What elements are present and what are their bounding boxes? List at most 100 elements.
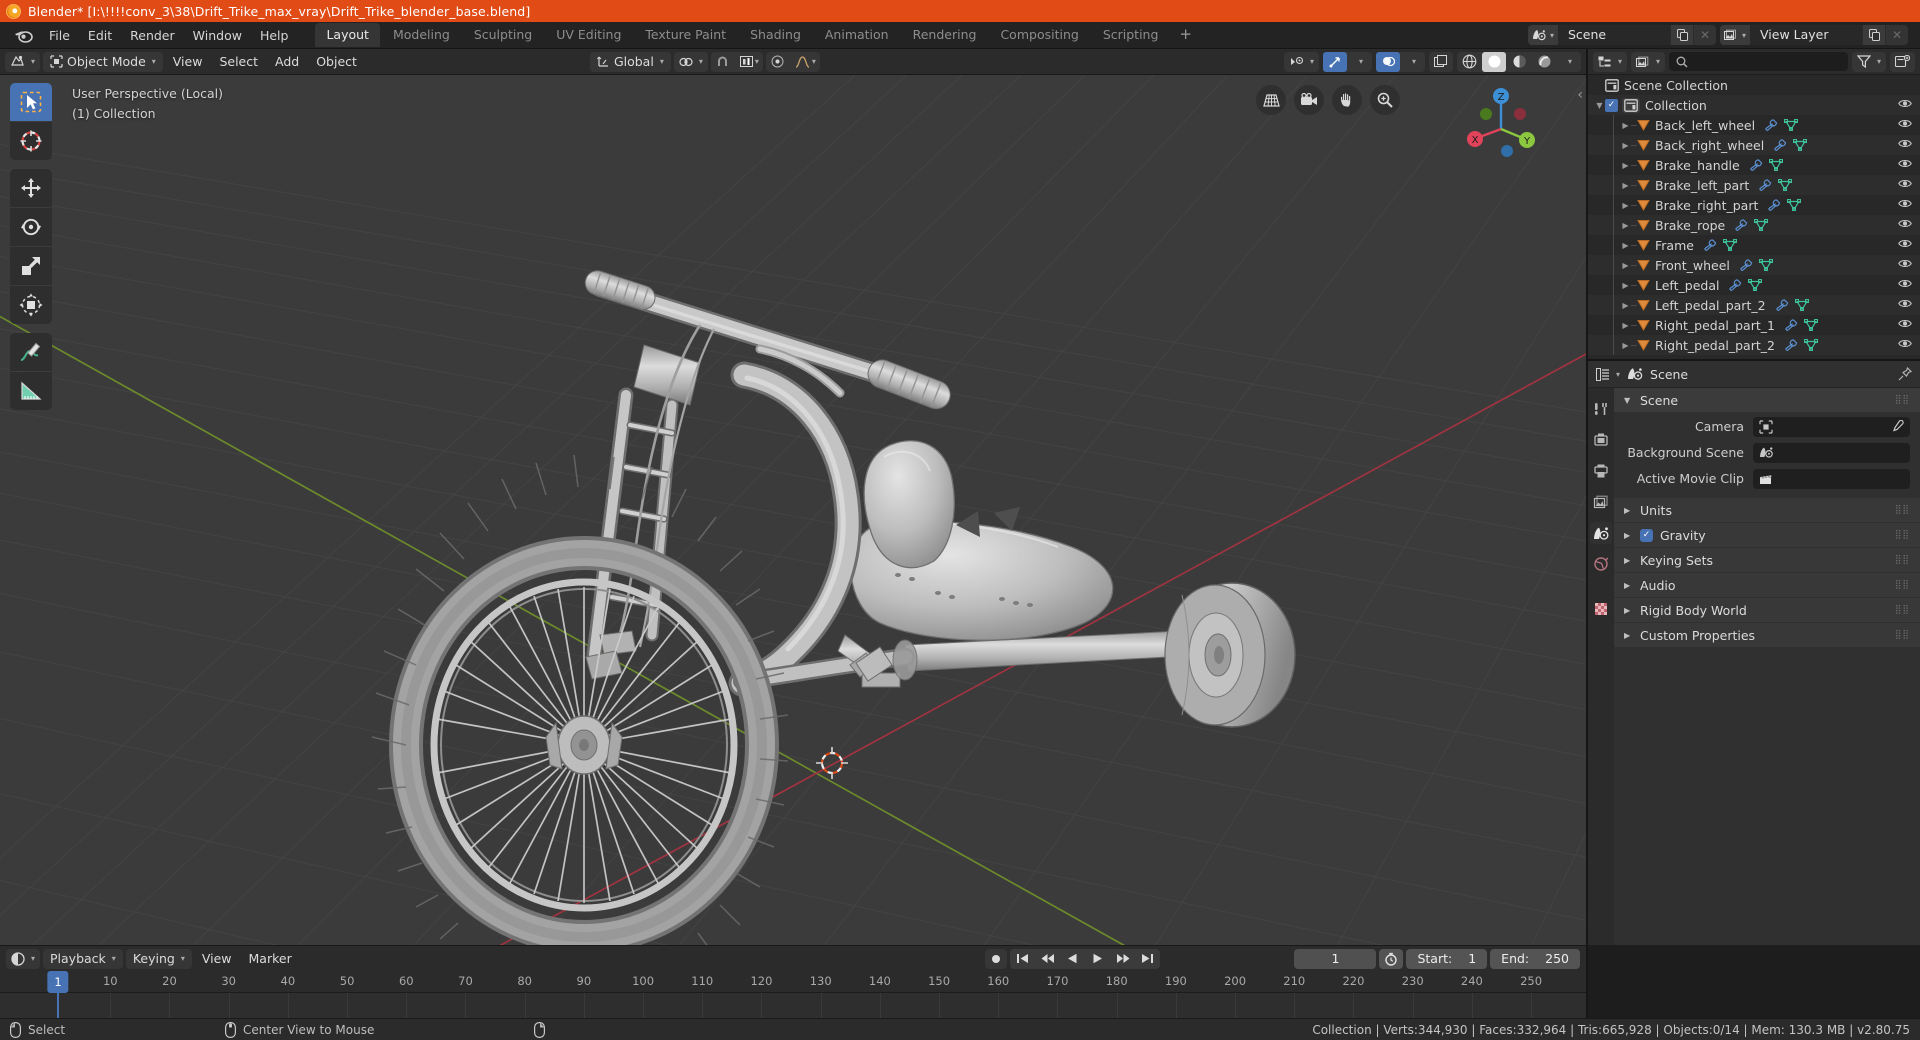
viewport-axis-gizmo[interactable]: Z X Y (1458, 83, 1544, 169)
wrench-icon[interactable] (1784, 339, 1798, 351)
mesh-data-icon[interactable] (1793, 139, 1808, 151)
menu-help[interactable]: Help (251, 25, 298, 46)
editor-separator-horizontal[interactable] (1588, 359, 1920, 361)
overlays-dropdown[interactable]: ▾ (1401, 52, 1425, 72)
visibility-toggle[interactable] (1898, 118, 1912, 129)
viewport-menu-select[interactable]: Select (212, 52, 265, 72)
outliner-row-object[interactable]: ▶ Brake_right_part (1588, 195, 1920, 215)
next-keyframe-icon[interactable] (1110, 949, 1135, 969)
mesh-data-icon[interactable] (1754, 219, 1769, 231)
x-icon[interactable]: ✕ (1693, 25, 1716, 45)
snap-magnet-icon[interactable] (711, 52, 735, 72)
move-tool[interactable] (10, 169, 52, 207)
mesh-data-icon[interactable] (1778, 179, 1793, 191)
chevron-right-icon[interactable]: ▶ (1620, 221, 1631, 230)
tab-scripting[interactable]: Scripting (1092, 23, 1170, 47)
rendered-icon[interactable] (1532, 52, 1556, 72)
visibility-toggle[interactable] (1898, 278, 1912, 289)
wrench-icon[interactable] (1703, 239, 1717, 251)
panel-scene[interactable]: ▼ Scene ⣿⣿ (1614, 388, 1920, 412)
view-layer-datablock[interactable]: ▾ View Layer ✕ (1720, 25, 1908, 45)
copy-icon[interactable] (1670, 25, 1693, 45)
timeline-menu-view[interactable]: View (195, 949, 239, 969)
outliner-row-object[interactable]: ▶ Brake_handle (1588, 155, 1920, 175)
chevron-down-icon[interactable]: ▼ (1594, 101, 1605, 110)
panel-audio[interactable]: ▶ Audio ⣿⣿ (1614, 573, 1920, 597)
gizmo-icon[interactable] (1323, 51, 1347, 72)
eye-icon[interactable] (1898, 318, 1912, 329)
panel-gravity[interactable]: ▶ ✓ Gravity ⣿⣿ (1614, 523, 1920, 547)
camera-view-icon[interactable] (1294, 85, 1324, 115)
scale-tool[interactable] (10, 247, 52, 285)
grid-toggle-icon[interactable] (1256, 85, 1286, 115)
tab-compositing[interactable]: Compositing (989, 23, 1089, 47)
wrench-icon[interactable] (1739, 259, 1753, 271)
menu-file[interactable]: File (40, 25, 79, 46)
camera-field[interactable] (1753, 416, 1910, 437)
panel-units[interactable]: ▶ Units ⣿⣿ (1614, 498, 1920, 522)
outliner-row-object[interactable]: ▶ Frame (1588, 235, 1920, 255)
wrench-icon[interactable] (1767, 199, 1781, 211)
funnel-filter-icon[interactable]: ▾ (1851, 51, 1886, 72)
outliner-row-collection[interactable]: ▼ ✓ Collection (1588, 95, 1920, 115)
view-layer-icon[interactable]: ▾ (1720, 25, 1750, 45)
eye-icon[interactable] (1898, 98, 1912, 109)
menu-edit[interactable]: Edit (79, 25, 121, 46)
chevron-right-icon[interactable]: ▶ (1620, 281, 1631, 290)
measure-tool[interactable] (10, 372, 52, 410)
wrench-icon[interactable] (1764, 119, 1778, 131)
wrench-icon[interactable] (1734, 219, 1748, 231)
xray-toggle-icon[interactable] (1429, 51, 1453, 72)
editor-type-3dview-icon[interactable]: ▾ (5, 51, 41, 72)
eye-icon[interactable] (1898, 178, 1912, 189)
timeline-track-area[interactable] (0, 993, 1586, 1018)
jump-end-icon[interactable] (1135, 949, 1160, 969)
mesh-data-icon[interactable] (1794, 299, 1809, 311)
outliner-display-mode-icon[interactable]: ▾ (1593, 51, 1628, 72)
outliner-row-object[interactable]: ▶ Left_pedal (1588, 275, 1920, 295)
eye-icon[interactable] (1898, 118, 1912, 129)
transform-tool[interactable] (10, 286, 52, 324)
chevron-right-icon[interactable]: ▶ (1620, 161, 1631, 170)
mesh-data-icon[interactable] (1722, 239, 1737, 251)
annotate-tool[interactable] (10, 333, 52, 371)
eye-icon[interactable] (1898, 198, 1912, 209)
show-gizmo-icon[interactable]: ▾ (1283, 51, 1319, 72)
jump-start-icon[interactable] (1010, 949, 1035, 969)
frame-start-field[interactable]: Start: 1 (1406, 948, 1488, 969)
snap-target-selector[interactable]: ▾ (736, 52, 763, 72)
visibility-toggle[interactable] (1898, 158, 1912, 169)
mesh-data-icon[interactable] (1748, 279, 1763, 291)
viewport-menu-view[interactable]: View (166, 52, 210, 72)
pin-icon[interactable] (1898, 367, 1912, 381)
chevron-right-icon[interactable]: ▶ (1620, 121, 1631, 130)
editor-separator-vertical[interactable] (1586, 49, 1588, 1018)
tab-animation[interactable]: Animation (814, 23, 900, 47)
view-layer-tab-icon[interactable] (1590, 491, 1612, 513)
wrench-icon[interactable] (1728, 279, 1742, 291)
tab-sculpting[interactable]: Sculpting (463, 23, 543, 47)
outliner-row-object[interactable]: ▶ Brake_rope (1588, 215, 1920, 235)
outliner-row-object[interactable]: ▶ Right_pedal_part_2 (1588, 335, 1920, 355)
tab-uv-editing[interactable]: UV Editing (545, 23, 632, 47)
object-mode-selector[interactable]: Object Mode ▾ (43, 51, 163, 72)
panel-keying-sets[interactable]: ▶ Keying Sets ⣿⣿ (1614, 548, 1920, 572)
output-tab-icon[interactable] (1590, 460, 1612, 482)
outliner-row-object[interactable]: ▶ Right_pedal_part_1 (1588, 315, 1920, 335)
mesh-data-icon[interactable] (1768, 159, 1783, 171)
eye-icon[interactable] (1898, 218, 1912, 229)
scene-name[interactable]: Scene (1558, 25, 1670, 45)
visibility-toggle[interactable] (1898, 318, 1912, 329)
eye-icon[interactable] (1898, 238, 1912, 249)
tweak-select-box-tool[interactable] (10, 83, 52, 121)
gravity-checkbox[interactable]: ✓ (1640, 528, 1653, 542)
viewport-menu-add[interactable]: Add (268, 52, 306, 72)
scene-tab-icon[interactable] (1590, 522, 1612, 544)
prev-keyframe-icon[interactable] (1035, 949, 1060, 969)
tab-rendering[interactable]: Rendering (902, 23, 988, 47)
auto-keying-icon[interactable] (1379, 948, 1404, 969)
wrench-icon[interactable] (1784, 319, 1798, 331)
menu-render[interactable]: Render (121, 25, 184, 46)
tool-tab-icon[interactable] (1590, 398, 1612, 420)
wrench-icon[interactable] (1773, 139, 1787, 151)
